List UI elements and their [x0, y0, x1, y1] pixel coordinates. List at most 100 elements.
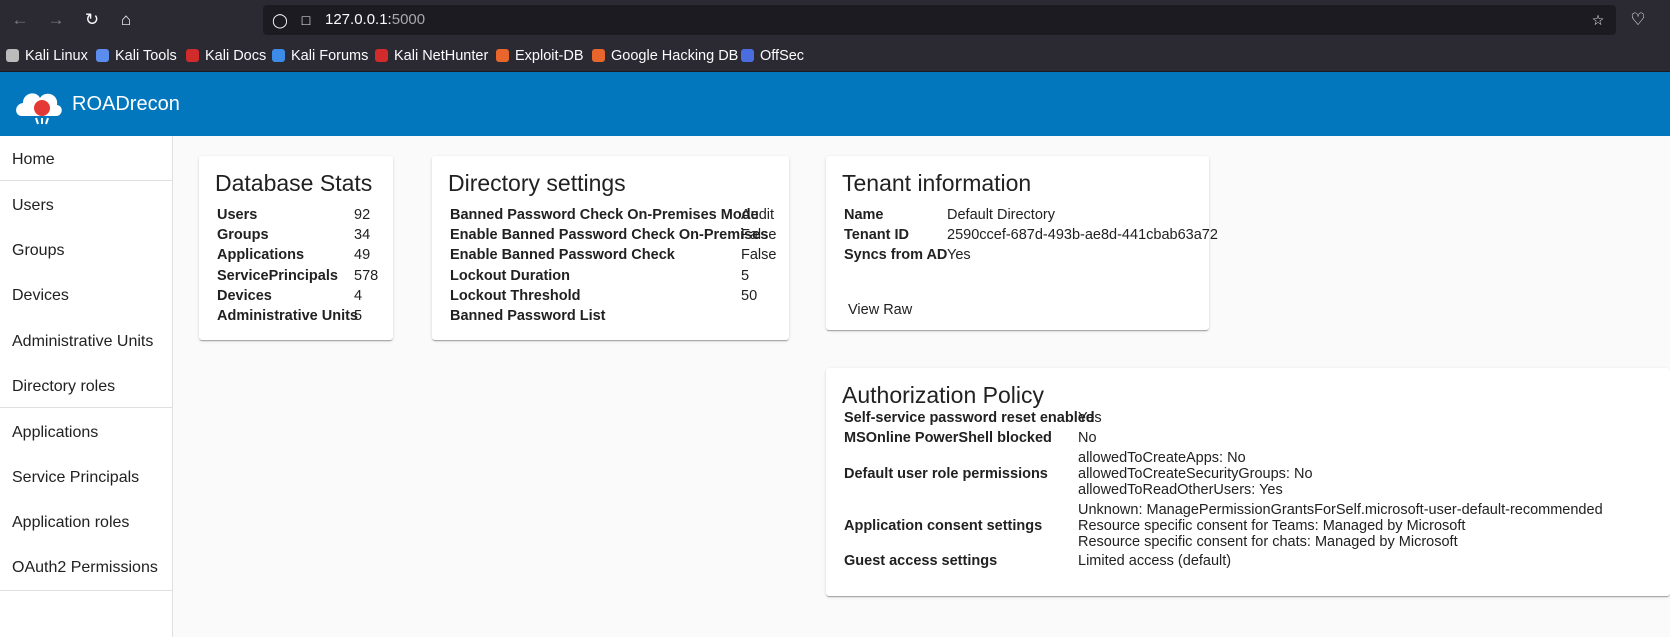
row-value: False [741, 247, 777, 264]
url-bar[interactable]: ◯ □ 127.0.0.1:5000 ☆ [263, 5, 1616, 35]
row-value: 5 [354, 308, 363, 324]
row-label: Lockout Duration [450, 267, 571, 284]
bookmark-label: Kali Linux [25, 48, 88, 64]
sidebar-item-administrative-units[interactable]: Administrative Units [0, 318, 172, 366]
row-label: Banned Password Check On-Premises Mode [450, 207, 759, 223]
row-label: Lockout Threshold [450, 287, 581, 304]
policy-label: MSOnline PowerShell blocked [844, 430, 1052, 446]
bookmark-favicon-icon [375, 49, 388, 62]
bookmark-favicon-icon [592, 49, 605, 62]
sidebar-item-groups[interactable]: Groups [0, 227, 172, 275]
view-raw-button[interactable]: View Raw [842, 298, 918, 322]
policy-label: Application consent settings [844, 518, 1043, 534]
pocket-icon[interactable]: ♡ [1626, 8, 1650, 32]
sidebar: Home Users Groups Devices Administrative Uni… [0, 136, 173, 637]
row-label: Enable Banned Password Check On-Premises [450, 227, 769, 244]
row-value: False [741, 227, 777, 244]
bookmark-label: Kali Forums [291, 48, 369, 64]
bookmark-item[interactable]: Kali Linux [6, 40, 88, 72]
sidebar-item-home[interactable]: Home [0, 136, 172, 184]
row-value: 4 [354, 287, 363, 304]
sidebar-divider [0, 590, 172, 591]
policy-value-line: allowedToReadOtherUsers: Yes [1078, 482, 1283, 499]
row-value: 2590ccef-687d-493b-ae8d-441cbab63a72 [947, 227, 1218, 244]
row-label: Administrative Units [217, 308, 358, 324]
row-value: Default Directory [947, 207, 1055, 223]
directory-settings-title: Directory settings [448, 170, 626, 196]
database-stats-title: Database Stats [215, 170, 373, 196]
app-header: ROADrecon [0, 72, 1670, 136]
policy-label: Default user role permissions [844, 466, 1048, 482]
sidebar-divider [0, 180, 172, 181]
policy-label: Guest access settings [844, 553, 998, 569]
row-value: Audit [741, 207, 775, 223]
browser-toolbar: ← → ↻ ⌂ ◯ □ 127.0.0.1:5000 ☆ ♡ [0, 0, 1670, 40]
tenant-information-card: Tenant information Name Default Directory… [826, 156, 1218, 330]
bookmark-label: Kali Docs [205, 48, 267, 64]
directory-settings-card: Directory settings Banned Password Check… [432, 156, 789, 340]
forward-arrow-icon[interactable]: → [44, 8, 68, 32]
bookmark-label: Google Hacking DB [611, 48, 739, 64]
row-label: Tenant ID [844, 227, 909, 244]
policy-value-line: allowedToCreateSecurityGroups: No [1078, 465, 1313, 482]
row-label: Groups [217, 227, 269, 244]
database-stats-card: Database Stats Users 92 Groups 34 Applicatio… [199, 156, 393, 340]
bookmark-star-icon[interactable]: ☆ [1587, 5, 1609, 35]
bookmark-label: Kali Tools [115, 48, 177, 64]
sidebar-item-users[interactable]: Users [0, 182, 172, 230]
cloud-logo-icon [16, 93, 62, 125]
bookmark-item[interactable]: Kali Docs [186, 40, 266, 72]
url-host: 127.0.0.1: [325, 11, 392, 28]
row-value: 578 [354, 267, 379, 284]
bookmark-favicon-icon [6, 49, 19, 62]
bookmark-item[interactable]: Google Hacking DB [592, 40, 738, 72]
sidebar-item-directory-roles[interactable]: Directory roles [0, 363, 172, 411]
policy-label: Self-service password reset enabled [844, 410, 1095, 426]
bookmark-label: OffSec [760, 48, 805, 64]
bookmark-favicon-icon [272, 49, 285, 62]
sidebar-item-application-roles[interactable]: Application roles [0, 499, 172, 547]
row-label: Applications [217, 247, 305, 264]
row-label: ServicePrincipals [217, 267, 338, 284]
home-icon[interactable]: ⌂ [114, 8, 138, 32]
back-arrow-icon[interactable]: ← [8, 8, 32, 32]
bookmark-favicon-icon [496, 49, 509, 62]
row-value: 5 [741, 267, 750, 284]
page-info-icon[interactable]: □ [295, 5, 317, 35]
main-content: Database Stats Users 92 Groups 34 Applicatio… [173, 136, 1670, 637]
bookmark-item[interactable]: Kali Tools [96, 40, 177, 72]
bookmark-item[interactable]: Exploit-DB [496, 40, 584, 72]
policy-value-line: Resource specific consent for chats: Man… [1078, 534, 1458, 551]
bookmark-item[interactable]: Kali NetHunter [375, 40, 488, 72]
app-title: ROADrecon [72, 93, 180, 115]
sidebar-item-oauth2-permissions[interactable]: OAuth2 Permissions [0, 544, 172, 592]
bookmark-item[interactable]: OffSec [741, 40, 804, 72]
url-text[interactable]: 127.0.0.1:5000 [325, 5, 425, 35]
row-label: Banned Password List [450, 308, 606, 324]
policy-value-line: allowedToCreateApps: No [1078, 449, 1246, 466]
policy-value-line: Resource specific consent for Teams: Man… [1078, 517, 1466, 534]
authorization-policy-card: Authorization Policy Self-service passwo… [826, 368, 1670, 596]
bookmark-label: Kali NetHunter [394, 48, 489, 64]
reload-icon[interactable]: ↻ [80, 8, 104, 32]
bookmark-favicon-icon [96, 49, 109, 62]
bookmark-favicon-icon [186, 49, 199, 62]
sidebar-divider [0, 407, 172, 408]
sidebar-item-devices[interactable]: Devices [0, 272, 172, 320]
shield-icon[interactable]: ◯ [269, 5, 291, 35]
sidebar-item-service-principals[interactable]: Service Principals [0, 454, 172, 502]
row-label: Syncs from AD [844, 247, 948, 264]
url-port: 5000 [391, 11, 426, 28]
row-label: Devices [217, 287, 272, 304]
tenant-information-title: Tenant information [842, 170, 1032, 196]
bookmark-item[interactable]: Kali Forums [272, 40, 368, 72]
policy-value-line: Yes [1078, 409, 1102, 426]
row-value: Yes [947, 247, 971, 264]
policy-value-line: No [1078, 429, 1097, 446]
policy-value-line: Unknown: ManagePermissionGrantsForSelf.m… [1078, 501, 1603, 518]
sidebar-item-applications[interactable]: Applications [0, 409, 172, 457]
row-label: Enable Banned Password Check [450, 247, 675, 264]
row-label: Users [217, 207, 258, 223]
row-value: 49 [354, 247, 371, 264]
row-value: 92 [354, 207, 371, 223]
